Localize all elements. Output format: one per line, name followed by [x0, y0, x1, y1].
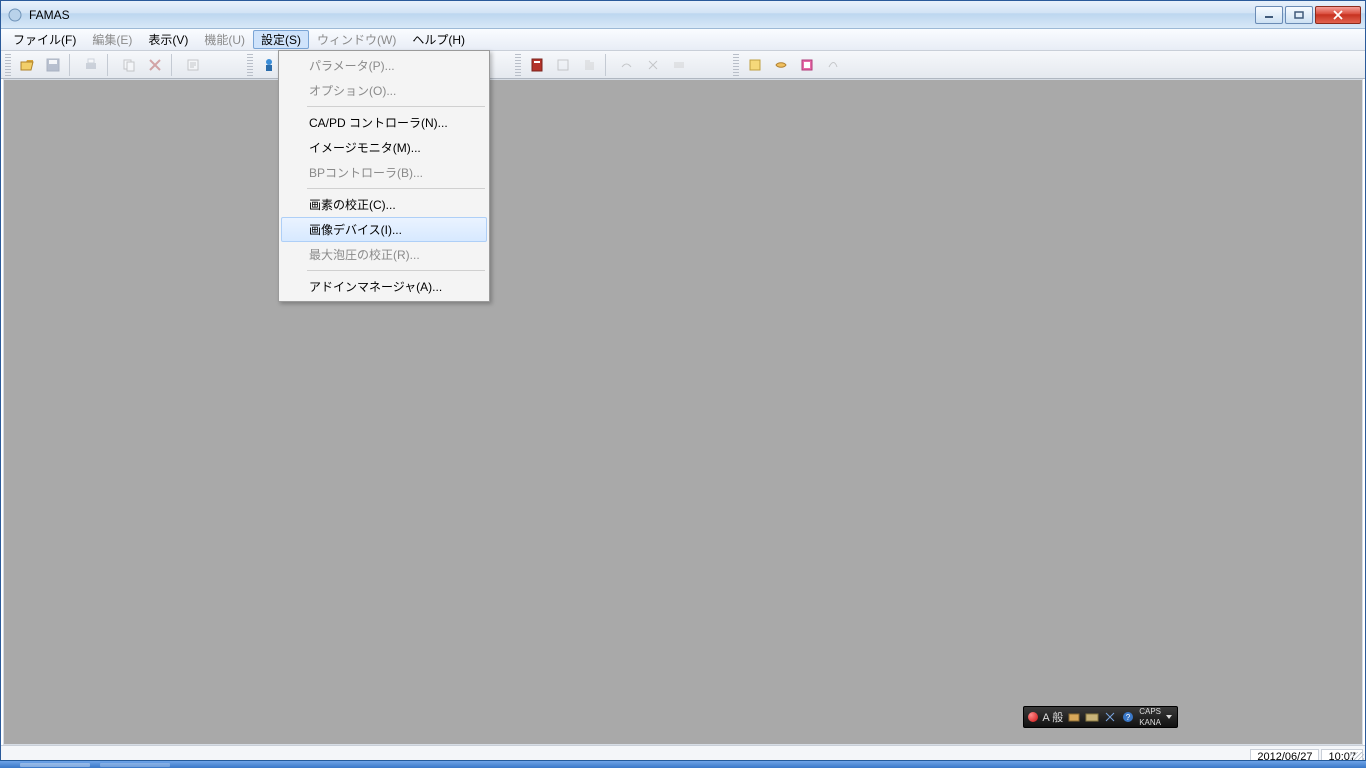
open-button[interactable] [15, 54, 39, 76]
ime-tool-icon[interactable] [1067, 710, 1081, 724]
dd-pixel-calibration[interactable]: 画素の校正(C)... [281, 192, 487, 217]
menu-settings[interactable]: 設定(S) [253, 30, 309, 49]
tool-button-3[interactable] [615, 54, 639, 76]
dropdown-separator [307, 270, 485, 271]
app-title: FAMAS [29, 8, 1255, 22]
ime-settings-icon[interactable] [1103, 710, 1117, 724]
maximize-button[interactable] [1285, 6, 1313, 24]
ime-keyboard-icon[interactable] [1085, 710, 1099, 724]
settings-dropdown: パラメータ(P)... オプション(O)... CA/PD コントローラ(N).… [278, 50, 490, 302]
tool-button-4[interactable] [641, 54, 665, 76]
book-button[interactable] [525, 54, 549, 76]
svg-text:?: ? [1126, 713, 1131, 722]
dd-image-monitor[interactable]: イメージモニタ(M)... [281, 135, 487, 160]
dd-options[interactable]: オプション(O)... [281, 78, 487, 103]
menu-window[interactable]: ウィンドウ(W) [309, 29, 404, 50]
dd-max-bubble-calibration[interactable]: 最大泡圧の校正(R)... [281, 242, 487, 267]
app-icon [7, 7, 23, 23]
app-window: FAMAS ファイル(F) 編集(E) 表示(V) 機能(U) 設定(S) ウィ… [0, 0, 1366, 768]
menu-edit[interactable]: 編集(E) [84, 29, 140, 50]
save-button[interactable] [41, 54, 65, 76]
toolbar [1, 51, 1365, 79]
properties-button[interactable] [181, 54, 205, 76]
tool-button-8[interactable] [795, 54, 819, 76]
dd-addin-manager[interactable]: アドインマネージャ(A)... [281, 274, 487, 299]
titlebar: FAMAS [1, 1, 1365, 29]
dropdown-separator [307, 188, 485, 189]
ime-help-icon[interactable]: ? [1121, 710, 1135, 724]
dd-bp-controller[interactable]: BPコントローラ(B)... [281, 160, 487, 185]
toolbar-grip [515, 54, 521, 76]
toolbar-separator [605, 54, 611, 76]
menu-function[interactable]: 機能(U) [196, 29, 253, 50]
tool-button-7[interactable] [769, 54, 793, 76]
copy-button[interactable] [117, 54, 141, 76]
dd-parameters[interactable]: パラメータ(P)... [281, 53, 487, 78]
ime-dropdown-icon[interactable] [1165, 713, 1173, 721]
taskbar[interactable] [0, 760, 1366, 768]
menu-file[interactable]: ファイル(F) [5, 29, 84, 50]
print-button[interactable] [79, 54, 103, 76]
tool-button-1[interactable] [551, 54, 575, 76]
toolbar-separator [69, 54, 75, 76]
tool-button-5[interactable] [667, 54, 691, 76]
toolbar-grip [733, 54, 739, 76]
close-button[interactable] [1315, 6, 1361, 24]
toolbar-separator [171, 54, 177, 76]
workspace [3, 79, 1363, 745]
dd-capd-controller[interactable]: CA/PD コントローラ(N)... [281, 110, 487, 135]
menu-help[interactable]: ヘルプ(H) [404, 29, 473, 50]
ime-mode[interactable]: A 般 [1042, 709, 1063, 725]
tool-button-6[interactable] [743, 54, 767, 76]
dropdown-separator [307, 106, 485, 107]
toolbar-grip [247, 54, 253, 76]
toolbar-grip [5, 54, 11, 76]
ime-kana-label: KANA [1139, 719, 1161, 727]
tool-button-9[interactable] [821, 54, 845, 76]
dd-image-device[interactable]: 画像デバイス(I)... [281, 217, 487, 242]
ime-caps-label: CAPS [1139, 708, 1161, 716]
ime-indicator-icon[interactable] [1028, 712, 1038, 722]
tool-button-2[interactable] [577, 54, 601, 76]
window-controls [1255, 6, 1361, 24]
minimize-button[interactable] [1255, 6, 1283, 24]
ime-caps-kana: CAPS KANA [1139, 708, 1161, 727]
menubar: ファイル(F) 編集(E) 表示(V) 機能(U) 設定(S) ウィンドウ(W)… [1, 29, 1365, 51]
menu-view[interactable]: 表示(V) [140, 29, 196, 50]
ime-toolbar[interactable]: A 般 ? CAPS KANA [1023, 706, 1178, 728]
toolbar-separator [107, 54, 113, 76]
delete-button[interactable] [143, 54, 167, 76]
